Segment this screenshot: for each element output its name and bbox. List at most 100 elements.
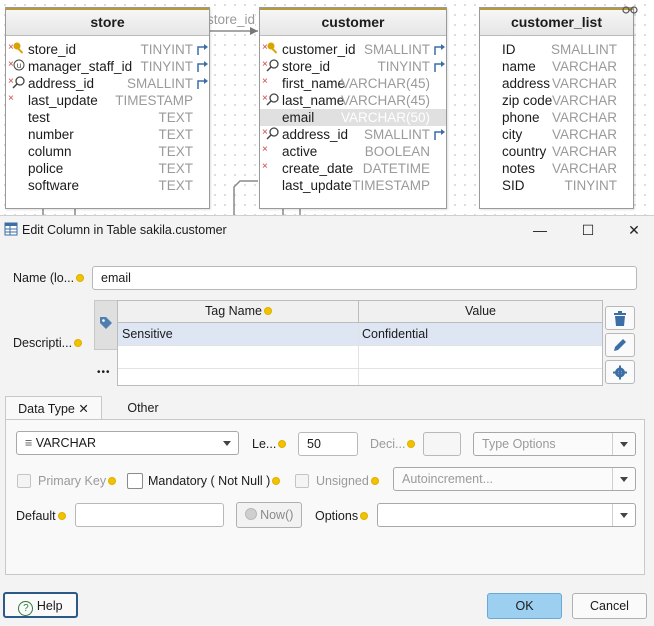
column-row[interactable]: × create_date DATETIME	[260, 160, 446, 177]
cancel-button[interactable]: Cancel	[572, 593, 647, 619]
column-type: VARCHAR	[551, 161, 617, 176]
column-row[interactable]: police TEXT	[6, 160, 209, 177]
table-header[interactable]: customer_list	[480, 8, 633, 36]
column-row[interactable]: address VARCHAR	[480, 75, 633, 92]
configure-button[interactable]	[605, 360, 635, 384]
gear-icon	[613, 365, 627, 380]
table-header[interactable]: customer	[260, 8, 446, 36]
mandatory-checkbox[interactable]	[127, 473, 143, 489]
column-type: VARCHAR	[551, 110, 617, 125]
tab-close-icon[interactable]: ✕	[78, 402, 88, 416]
type-options-select[interactable]: Type Options	[473, 432, 636, 456]
index-icon	[266, 58, 280, 75]
options-select[interactable]	[377, 503, 636, 527]
column-row[interactable]: city VARCHAR	[480, 126, 633, 143]
tag-name-cell[interactable]: Sensitive	[122, 323, 173, 345]
table-header[interactable]: store	[6, 8, 209, 36]
column-row[interactable]: × store_id TINYINT	[6, 41, 209, 58]
column-row[interactable]: phone VARCHAR	[480, 109, 633, 126]
column-row[interactable]: last_update TIMESTAMP	[260, 177, 446, 194]
table-customer[interactable]: customer × customer_id SMALLINT × store_id TI…	[259, 7, 447, 209]
close-button[interactable]: ✕	[614, 219, 654, 241]
edit-button[interactable]	[605, 333, 635, 357]
column-row[interactable]: zip code VARCHAR	[480, 92, 633, 109]
column-name: SID	[502, 178, 525, 193]
hint-bulb-icon	[75, 340, 82, 346]
column-type: SMALLINT	[550, 42, 617, 57]
default-input[interactable]	[75, 503, 224, 527]
table-customer-list[interactable]: customer_list ID SMALLINT name VARCHAR addre…	[479, 7, 634, 209]
table-store[interactable]: store × store_id TINYINT × u manager_staff_id…	[5, 7, 210, 209]
minimize-button[interactable]: —	[520, 219, 560, 241]
primary-key-label: Primary Key	[38, 474, 116, 488]
hint-bulb-icon	[77, 275, 84, 281]
relationship-label: store_id	[207, 12, 256, 27]
data-type-select[interactable]: ≡ VARCHAR	[16, 431, 239, 455]
mandatory-marker-icon: ×	[262, 76, 268, 87]
help-button[interactable]: ? Help	[3, 592, 78, 618]
maximize-button[interactable]: ☐	[568, 219, 608, 241]
pencil-icon	[614, 339, 626, 351]
column-type: VARCHAR	[551, 93, 617, 108]
column-row[interactable]: × customer_id SMALLINT	[260, 41, 446, 58]
column-header-tag-name[interactable]: Tag Name	[118, 301, 359, 323]
autoincrement-select[interactable]: Autoincrement...	[393, 467, 636, 491]
column-row[interactable]: name VARCHAR	[480, 58, 633, 75]
data-type-panel: ≡ VARCHAR Le... 50 Deci... Type Options …	[5, 419, 645, 575]
column-header-value[interactable]: Value	[359, 301, 602, 323]
column-row[interactable]: × store_id TINYINT	[260, 58, 446, 75]
foreign-key-arrow-icon	[196, 75, 208, 92]
table-row[interactable]	[118, 346, 602, 369]
trash-icon	[614, 311, 626, 326]
column-type: SMALLINT	[126, 76, 193, 91]
delete-button[interactable]	[605, 306, 635, 330]
length-label: Le...	[252, 437, 286, 451]
column-row[interactable]: × address_id SMALLINT	[6, 75, 209, 92]
tab-other[interactable]: Other	[112, 396, 174, 420]
table-row[interactable]: Sensitive Confidential	[118, 323, 602, 346]
column-row[interactable]: column TEXT	[6, 143, 209, 160]
column-row[interactable]: × last_name VARCHAR(45)	[260, 92, 446, 109]
column-row[interactable]: ID SMALLINT	[480, 41, 633, 58]
unsigned-checkbox[interactable]	[295, 474, 309, 488]
column-row[interactable]: software TEXT	[6, 177, 209, 194]
dialog-titlebar[interactable]: Edit Column in Table sakila.customer — ☐…	[0, 216, 654, 244]
column-type: TEXT	[158, 178, 193, 193]
question-icon: ?	[18, 601, 34, 616]
more-icon[interactable]: •••	[97, 367, 111, 378]
column-type: VARCHAR(45)	[340, 76, 430, 91]
length-input[interactable]: 50	[298, 432, 358, 456]
column-row[interactable]: number TEXT	[6, 126, 209, 143]
column-row[interactable]: × u manager_staff_id TINYINT	[6, 58, 209, 75]
column-name: first_name	[282, 76, 346, 91]
column-row[interactable]: × last_update TIMESTAMP	[6, 92, 209, 109]
column-row[interactable]: test TEXT	[6, 109, 209, 126]
tab-data-type[interactable]: Data Type ✕	[5, 396, 102, 421]
column-row[interactable]: SID TINYINT	[480, 177, 633, 194]
chevron-down-icon	[612, 468, 635, 490]
diagram-canvas[interactable]: store_id store × store_id TINYINT × u manager…	[0, 0, 654, 215]
hint-bulb-icon	[109, 478, 116, 484]
tags-table[interactable]: Tag Name Value Sensitive Confidential	[117, 300, 603, 386]
foreign-key-arrow-icon	[433, 41, 445, 58]
tag-value-cell[interactable]: Confidential	[362, 323, 428, 345]
hint-bulb-icon	[361, 513, 368, 519]
primary-key-checkbox[interactable]	[17, 474, 31, 488]
hint-bulb-icon	[371, 478, 378, 484]
now-button[interactable]: Now()	[236, 502, 302, 528]
column-row[interactable]: email VARCHAR(50)	[260, 109, 446, 126]
column-type: DATETIME	[362, 161, 430, 176]
ok-button[interactable]: OK	[487, 593, 562, 619]
column-name: police	[28, 161, 64, 176]
name-label: Name (lo...	[13, 271, 84, 285]
column-row[interactable]: × first_name VARCHAR(45)	[260, 75, 446, 92]
column-row[interactable]: notes VARCHAR	[480, 160, 633, 177]
column-row[interactable]: country VARCHAR	[480, 143, 633, 160]
name-input[interactable]: email	[92, 266, 637, 290]
column-row[interactable]: × address_id SMALLINT	[260, 126, 446, 143]
foreign-key-arrow-icon	[433, 126, 445, 143]
mandatory-marker-icon: ×	[262, 144, 268, 155]
table-icon	[4, 222, 18, 236]
column-row[interactable]: × active BOOLEAN	[260, 143, 446, 160]
column-name: last_update	[28, 93, 98, 108]
